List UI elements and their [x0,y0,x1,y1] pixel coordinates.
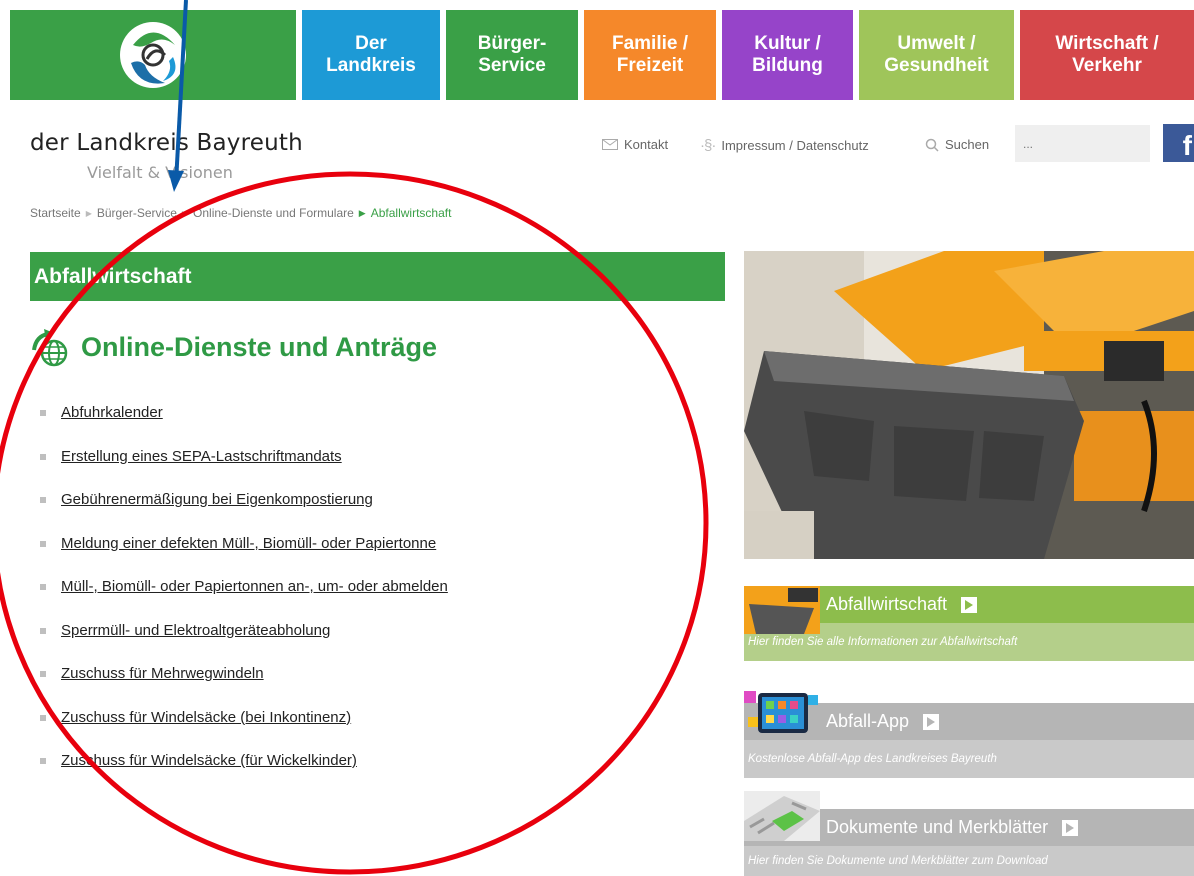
nav-label: Kultur / Bildung [752,33,823,76]
bullet-icon [40,671,46,677]
bullet-icon [40,758,46,764]
paragraph-icon: ·§· [700,137,716,154]
teaser-title: Abfallwirtschaft [826,594,948,614]
link-abfuhrkalender[interactable]: Abfuhrkalender [61,404,163,421]
nav-buerger-service[interactable]: Bürger- Service [446,10,578,100]
bullet-icon [40,540,46,547]
teaser-description: Kostenlose Abfall-App des Landkreises Ba… [744,740,1194,778]
search-link[interactable]: Suchen [925,137,989,152]
breadcrumb-online-dienste[interactable]: Online-Dienste und Formulare [193,206,354,220]
list-item: Müll-, Biomüll- oder Papiertonnen an-, u… [40,578,448,622]
globe-arrow-icon [32,329,68,367]
nav-label: Wirtschaft / Verkehr [1055,33,1159,76]
teaser-dokumente[interactable]: Dokumente und Merkblätter Hier finden Si… [744,791,1194,876]
list-item: Zuschuss für Windelsäcke (bei Inkontinen… [40,709,448,753]
mail-icon [602,139,618,150]
nav-label: Umwelt / Gesundheit [884,33,989,76]
teaser-title: Abfall-App [826,711,910,731]
breadcrumb: Startseite ▶ Bürger-Service ▶ Online-Die… [30,206,451,220]
nav-familie-freizeit[interactable]: Familie / Freizeit [584,10,716,100]
bullet-icon [40,627,46,634]
link-sepa-mandat[interactable]: Erstellung eines SEPA-Lastschriftmandats [61,448,342,465]
link-mehrwegwindeln[interactable]: Zuschuss für Mehrwegwindeln [61,665,264,682]
arrow-right-icon [961,596,978,613]
tablet-app-thumbnail [744,691,818,733]
breadcrumb-separator-icon: ▶ [358,207,366,218]
list-item: Gebührenermäßigung bei Eigenkompostierun… [40,491,448,535]
bullet-icon [40,714,46,721]
logo[interactable] [10,10,296,100]
nav-label: Familie / Freizeit [611,33,689,76]
imprint-link[interactable]: ·§· Impressum / Datenschutz [700,137,869,154]
search-input[interactable] [1015,125,1150,162]
nav-kultur-bildung[interactable]: Kultur / Bildung [722,10,853,100]
bullet-icon [40,410,46,416]
breadcrumb-buerger-service[interactable]: Bürger-Service [97,206,177,220]
page-title: Abfallwirtschaft [30,252,725,301]
list-item: Abfuhrkalender [40,404,448,448]
search-icon [925,138,939,152]
teaser-abfall-app[interactable]: Abfall-App Kostenlose Abfall-App des Lan… [744,691,1194,778]
link-gebuehrenermaessigung[interactable]: Gebührenermäßigung bei Eigenkompostierun… [61,491,373,508]
nav-der-landkreis[interactable]: Der Landkreis [302,10,440,100]
nav-label: Der Landkreis [326,33,416,76]
section-heading: Online-Dienste und Anträge [81,332,438,362]
waste-bin-thumbnail [744,586,820,634]
link-defekte-tonne[interactable]: Meldung einer defekten Müll-, Biomüll- o… [61,535,436,552]
bullet-icon [40,497,46,503]
list-item: Zuschuss für Windelsäcke (für Wickelkind… [40,752,448,796]
bullet-icon [40,453,46,460]
link-windelsaecke-inkontinenz[interactable]: Zuschuss für Windelsäcke (bei Inkontinen… [61,709,351,726]
link-windelsaecke-wickelkinder[interactable]: Zuschuss für Windelsäcke (für Wickelkind… [61,752,357,769]
contact-link[interactable]: Kontakt [602,137,668,152]
service-link-list: Abfuhrkalender Erstellung eines SEPA-Las… [40,404,448,796]
search-label: Suchen [945,137,990,152]
list-item: Erstellung eines SEPA-Lastschriftmandats [40,448,448,492]
breadcrumb-separator-icon: ▶ [181,208,189,218]
brand-tagline: Vielfalt & Visionen [87,163,233,182]
bullet-icon [40,584,46,590]
landkreis-logo-icon [120,22,186,88]
teaser-abfallwirtschaft[interactable]: Abfallwirtschaft Hier finden Sie alle In… [744,586,1194,661]
arrow-right-icon [923,713,940,730]
link-sperrmuell[interactable]: Sperrmüll- und Elektroaltgeräteabholung [61,622,330,639]
keyboard-thumbnail [744,791,820,841]
arrow-right-icon [1062,819,1079,836]
link-tonnen-anmelden[interactable]: Müll-, Biomüll- oder Papiertonnen an-, u… [61,578,448,595]
contact-label: Kontakt [624,137,669,152]
page-title-text: Abfallwirtschaft [34,264,192,288]
imprint-label: Impressum / Datenschutz [721,138,869,153]
breadcrumb-current: Abfallwirtschaft [370,206,452,220]
nav-label: Bürger- Service [477,33,547,76]
facebook-glyph: f [1182,130,1192,161]
list-item: Sperrmüll- und Elektroaltgeräteabholung [40,622,448,666]
waste-bin-photo [744,251,1194,559]
facebook-icon[interactable]: f [1163,124,1194,162]
teaser-description: Hier finden Sie Dokumente und Merkblätte… [744,846,1194,876]
brand-name[interactable]: der Landkreis Bayreuth [30,130,303,156]
teaser-title: Dokumente und Merkblätter [826,817,1049,837]
breadcrumb-home[interactable]: Startseite [30,206,81,220]
list-item: Meldung einer defekten Müll-, Biomüll- o… [40,535,448,579]
breadcrumb-separator-icon: ▶ [85,208,92,218]
nav-wirtschaft-verkehr[interactable]: Wirtschaft / Verkehr [1020,10,1194,100]
list-item: Zuschuss für Mehrwegwindeln [40,665,448,709]
nav-umwelt-gesundheit[interactable]: Umwelt / Gesundheit [859,10,1014,100]
